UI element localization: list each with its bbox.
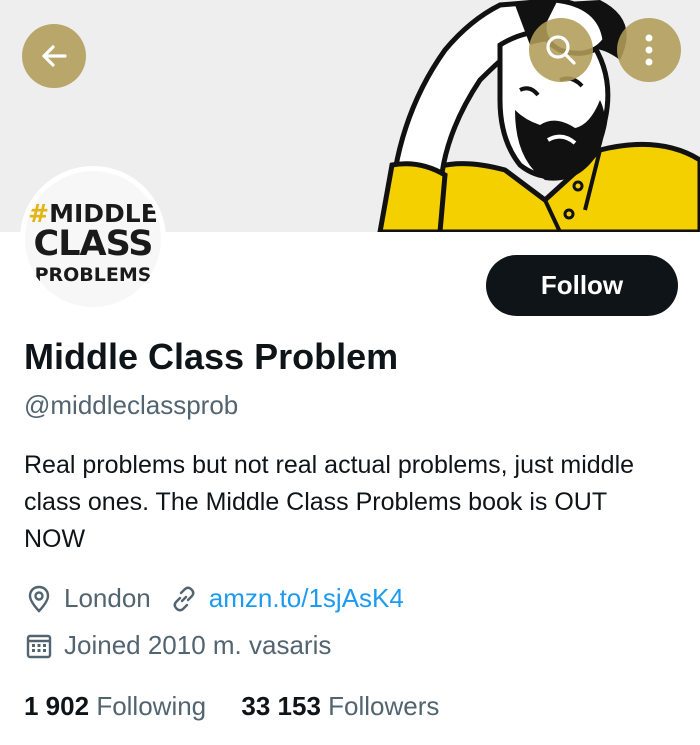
profile-joined-row: Joined 2010 m. vasaris xyxy=(24,630,331,661)
followers-link[interactable]: 33 153 Followers xyxy=(241,691,439,721)
calendar-icon xyxy=(24,631,54,661)
profile-avatar[interactable]: #MIDDLE CLASS PROBLEMS xyxy=(20,166,166,312)
more-button[interactable] xyxy=(617,18,681,82)
profile-location: London xyxy=(64,583,151,613)
profile-name: Middle Class Problem xyxy=(24,336,399,377)
profile-joined-date: Joined 2010 m. vasaris xyxy=(64,630,332,660)
avatar-logo-line1: #MIDDLE xyxy=(28,199,158,228)
profile-location-row: London amzn.to/1sjAsK4 xyxy=(24,583,404,614)
follow-button[interactable]: Follow xyxy=(486,255,678,316)
back-button[interactable] xyxy=(22,24,86,88)
profile-bio: Real problems but not real actual proble… xyxy=(24,451,635,553)
following-link[interactable]: 1 902 Following xyxy=(24,691,206,721)
search-icon xyxy=(546,35,576,65)
avatar-logo-line3: PROBLEMS xyxy=(34,264,152,286)
location-pin-icon xyxy=(24,584,54,614)
followers-count: 33 153 xyxy=(241,691,321,721)
followers-label: Followers xyxy=(328,691,440,721)
profile-stats: 1 902 Following 33 153 Followers xyxy=(24,691,439,722)
avatar-logo-line2: CLASS xyxy=(33,224,154,264)
following-label: Following xyxy=(96,691,207,721)
following-count: 1 902 xyxy=(24,691,90,721)
profile-handle: @middleclassprob xyxy=(24,390,239,420)
arrow-left-icon xyxy=(42,45,67,67)
profile-website-link[interactable]: amzn.to/1sjAsK4 xyxy=(209,583,404,614)
link-icon xyxy=(169,584,199,614)
search-button[interactable] xyxy=(529,18,593,82)
more-vertical-icon xyxy=(645,34,653,66)
